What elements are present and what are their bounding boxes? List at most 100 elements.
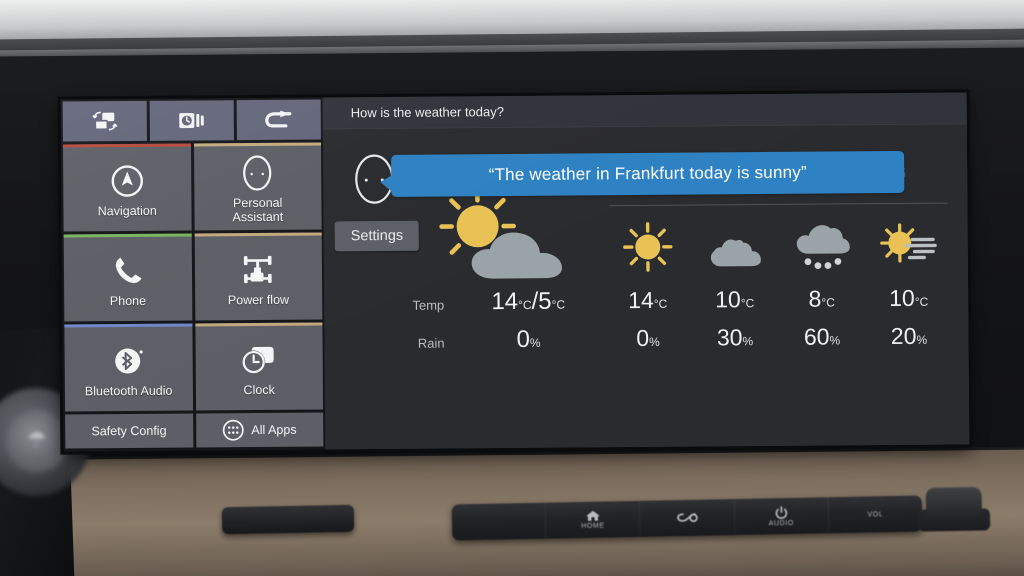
temp-unit-3: °C	[914, 294, 929, 309]
navigation-compass-icon	[109, 161, 145, 201]
temp-value-1: 10	[715, 286, 741, 313]
power-icon	[774, 505, 787, 519]
hardkey-home[interactable]: HOME	[545, 500, 641, 539]
temp-forecast-2: 8°C	[778, 285, 865, 313]
rain-forecast-3: 20%	[865, 323, 952, 351]
temp-unit-high: °C	[518, 297, 532, 312]
rain-row: Rain 0% 0% 30% 60% 20%	[324, 322, 968, 365]
rain-unit-2: %	[829, 333, 841, 348]
power-flow-chassis-icon	[238, 250, 278, 290]
volume-knob[interactable]	[917, 486, 991, 539]
rain-forecast-1: 30%	[691, 324, 778, 352]
tile-label-line1: Personal	[232, 195, 283, 211]
hardkey-blank[interactable]	[451, 502, 547, 541]
assistant-speech-bubble: “The weather in Frankfurt today is sunny…	[391, 150, 905, 197]
tile-label-clock: Clock	[243, 382, 275, 398]
tile-accent-personal-assistant	[193, 142, 322, 147]
safety-config-label: Safety Config	[91, 423, 167, 439]
back-button[interactable]	[236, 99, 321, 141]
safety-config-button[interactable]: Safety Config	[65, 413, 193, 449]
rain-forecast-2: 60%	[778, 323, 865, 351]
sun-haze-icon	[877, 223, 939, 271]
forecast-divider	[609, 202, 948, 207]
weather-data-rows: Temp 14°C/5°C 14°C 10°C 8°C 10°C Rain 0%…	[324, 284, 969, 365]
hardkey-volume[interactable]: VOL	[828, 495, 922, 533]
tile-phone[interactable]: Phone	[63, 233, 192, 322]
sun-behind-cloud-icon	[431, 187, 582, 284]
temp-row-label: Temp	[412, 297, 445, 313]
rain-value-0: 0	[636, 324, 650, 352]
tile-accent-power-flow	[194, 232, 322, 237]
recent-apps-icon	[178, 110, 206, 130]
tile-accent-clock	[194, 322, 323, 327]
tile-label-power-flow: Power flow	[227, 292, 290, 308]
left-hardkey-strip[interactable]	[221, 504, 355, 535]
assistant-face-icon	[240, 153, 274, 193]
app-tile-grid: Navigation Personal Assistant Phone Powe…	[61, 140, 325, 412]
tile-power-flow[interactable]: Power flow	[194, 232, 323, 321]
temp-today: 14°C/5°C	[452, 287, 604, 316]
temp-today-low: 5	[538, 287, 552, 315]
tile-personal-assistant[interactable]: Personal Assistant	[193, 142, 322, 231]
screen-swap-button[interactable]	[62, 100, 147, 142]
hardkey-connect[interactable]	[640, 499, 735, 537]
top-toolbar	[61, 98, 323, 142]
temp-unit-2: °C	[821, 295, 835, 310]
hardkey-volume-label: VOL	[867, 511, 884, 519]
temp-value-3: 10	[889, 284, 915, 312]
all-apps-button[interactable]: All Apps	[195, 412, 324, 448]
rain-today-value: 0	[516, 325, 530, 353]
rain-value-1: 30	[716, 324, 743, 351]
temp-forecast-1: 10°C	[691, 286, 778, 314]
tile-accent-bluetooth-audio	[64, 323, 192, 328]
all-apps-label: All Apps	[251, 422, 297, 438]
tile-accent-phone	[63, 233, 192, 238]
assistant-reply-text: “The weather in Frankfurt today is sunny…	[488, 162, 807, 185]
volume-knob-cap	[925, 486, 983, 522]
bluetooth-knob-icon: ☂	[27, 427, 47, 452]
hardkey-audio-label: AUDIO	[768, 519, 794, 527]
temp-forecast-3: 10°C	[865, 285, 952, 313]
temp-unit-0: °C	[653, 296, 668, 311]
home-icon	[585, 510, 601, 522]
forecast-icon-cell-1	[691, 230, 778, 273]
tile-label-navigation: Navigation	[97, 203, 157, 219]
bluetooth-icon	[111, 341, 145, 381]
tile-label-personal-assistant: Personal Assistant	[232, 196, 283, 224]
voice-query-text: How is the weather today?	[350, 104, 505, 121]
recent-apps-button[interactable]	[149, 100, 234, 141]
weather-content-pane: How is the weather today? Settings 12 18	[322, 92, 970, 450]
rain-unit-0: %	[649, 334, 660, 349]
tile-label-bluetooth-audio: Bluetooth Audio	[84, 383, 173, 399]
temp-today-high: 14	[491, 287, 519, 316]
forecast-icon-cell-3	[865, 223, 952, 272]
forecast-icon-cell-2	[778, 221, 865, 272]
apps-grid-icon	[222, 419, 244, 441]
rain-row-label: Rain	[417, 335, 445, 351]
tile-bluetooth-audio[interactable]: Bluetooth Audio	[64, 323, 193, 412]
temp-value-0: 14	[628, 286, 654, 314]
phone-handset-icon	[111, 251, 145, 291]
snow-cloud-icon	[792, 221, 850, 271]
settings-label: Settings	[350, 227, 404, 245]
temp-unit-low: °C	[551, 297, 566, 312]
forecast-icon-cell-0	[604, 221, 691, 274]
launcher-bottom-buttons: Safety Config All Apps	[63, 409, 325, 451]
weather-body: Settings 12 18 0 6 “The weather in Frank…	[322, 124, 970, 450]
hardkey-audio[interactable]: AUDIO	[734, 497, 830, 536]
car-infotainment-scene: ☂ Navigation Personal Assistant Phone Po…	[0, 0, 1024, 576]
settings-button[interactable]: Settings	[334, 220, 420, 252]
rain-value-2: 60	[803, 323, 830, 350]
forecast-icon-row	[604, 215, 952, 274]
tile-label-line2: Assistant	[232, 209, 284, 225]
tile-clock[interactable]: Clock	[194, 322, 324, 411]
temp-value-2: 8	[808, 285, 822, 312]
sun-icon	[621, 221, 673, 273]
temp-forecast-0: 14°C	[604, 287, 691, 315]
tile-accent-navigation	[62, 143, 191, 148]
voice-query-header: How is the weather today?	[322, 92, 967, 130]
launcher-panel: Navigation Personal Assistant Phone Powe…	[60, 97, 326, 452]
tile-navigation[interactable]: Navigation	[62, 143, 192, 232]
infotainment-screen[interactable]: Navigation Personal Assistant Phone Powe…	[60, 92, 970, 452]
tile-label-phone: Phone	[109, 293, 147, 309]
